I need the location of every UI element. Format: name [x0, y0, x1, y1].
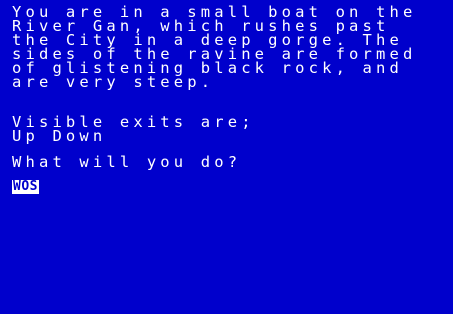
exits-list: Up Down — [12, 127, 107, 145]
description-line: are very steep. — [12, 73, 215, 91]
command-prompt: What will you do? — [12, 153, 242, 171]
game-screen: You are in a small boat on the River Gan… — [0, 0, 453, 314]
command-input[interactable]: WOS — [12, 180, 39, 194]
command-input-text[interactable]: WOS — [12, 180, 39, 194]
